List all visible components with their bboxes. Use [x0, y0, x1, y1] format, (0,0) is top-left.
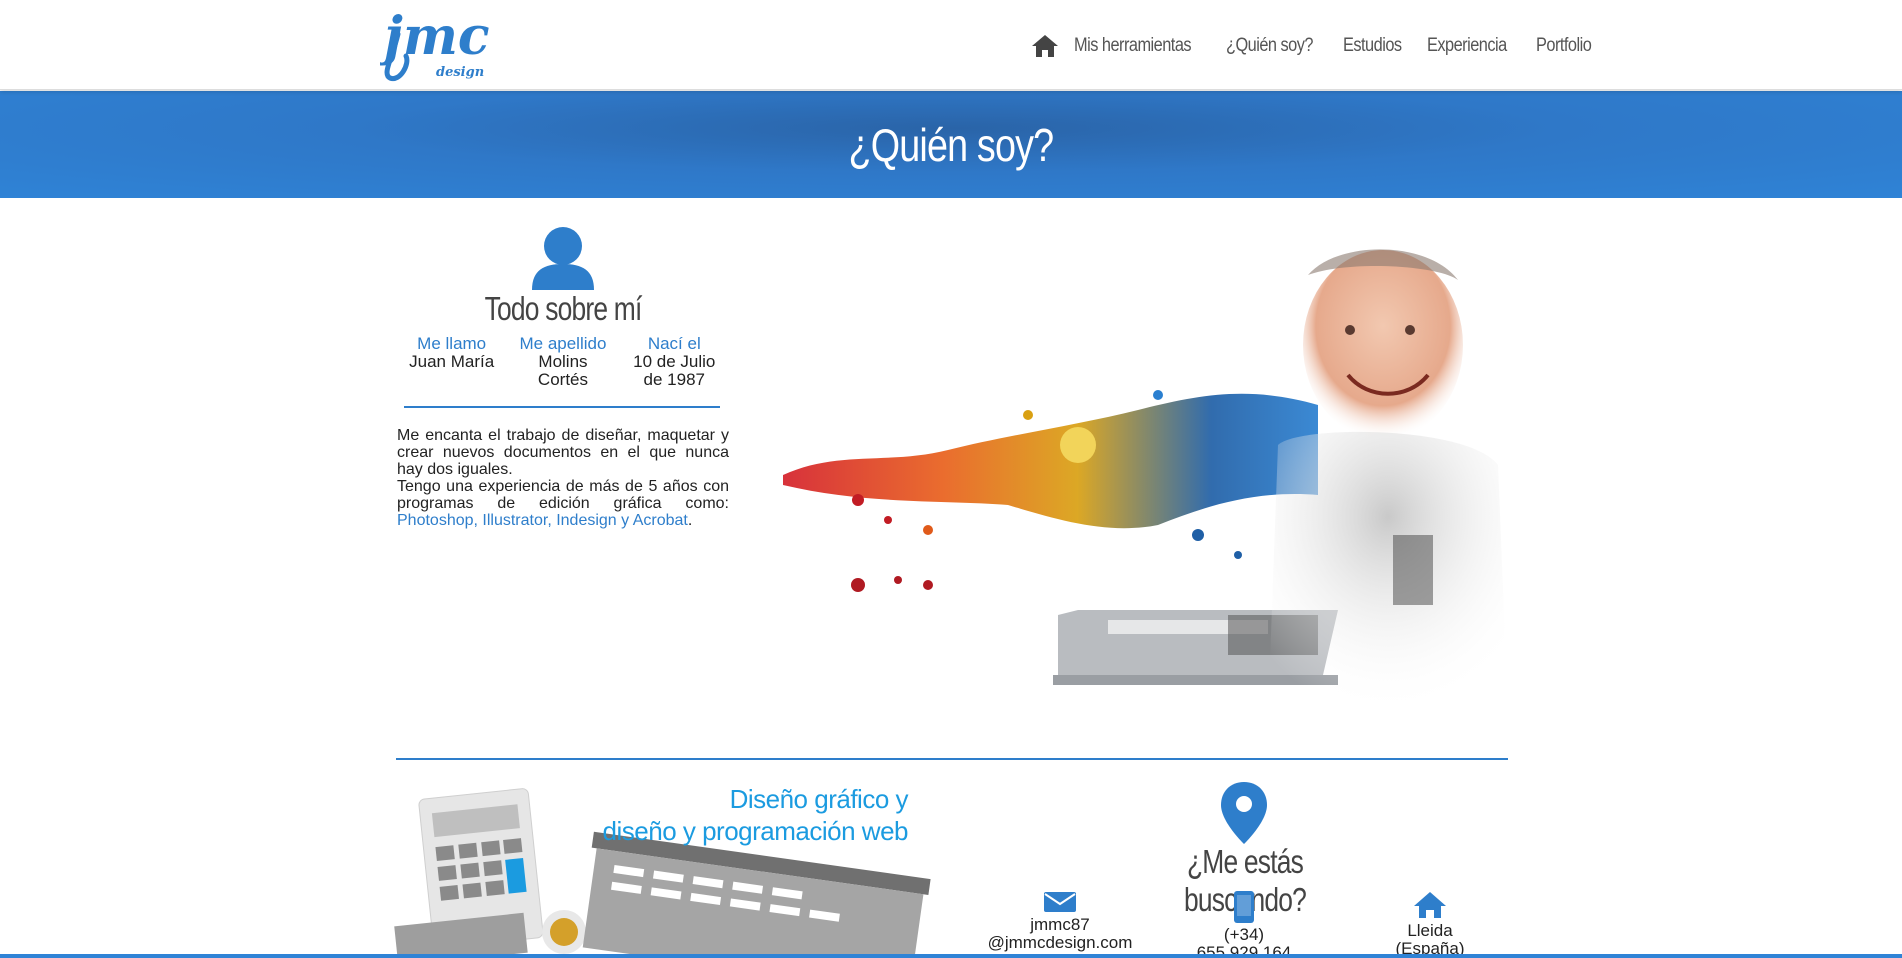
- fact-value: Molins: [538, 352, 588, 371]
- fact-birth-date: Nací el 10 de Julio de 1987: [619, 335, 730, 389]
- fact-label: Me apellido: [519, 334, 607, 353]
- nav-item-experiencia[interactable]: Experiencia: [1427, 35, 1507, 57]
- services-headline: Diseño gráfico y diseño y programación w…: [540, 783, 909, 847]
- contact-email-line2: @jmmcdesign.com: [987, 933, 1133, 952]
- contact-email[interactable]: jmmc87 @jmmcdesign.com: [970, 890, 1150, 952]
- logo-subtext: design: [436, 65, 484, 80]
- contact-phone[interactable]: (+34) 655 929 164: [1154, 890, 1334, 958]
- hero-portrait-paint-splash: [783, 249, 1508, 715]
- about-paragraph-1: Me encanta el trabajo de diseñar, maquet…: [397, 427, 729, 478]
- bottom-accent-bar: [0, 954, 1902, 958]
- fact-last-name: Me apellido Molins Cortés: [507, 335, 618, 389]
- site-header: jmc design Mis herramientas ¿Quién soy? …: [0, 0, 1902, 90]
- jmc-design-logo[interactable]: jmc design: [380, 4, 502, 82]
- about-paragraph-2: Tengo una experiencia de más de 5 años c…: [397, 478, 729, 529]
- map-pin-icon: [1221, 782, 1267, 844]
- contact-location: Lleida (España): [1340, 890, 1520, 958]
- services-headline-line2: diseño y programación web: [602, 816, 909, 846]
- fact-value: Cortés: [537, 370, 588, 389]
- home-icon: [1414, 892, 1446, 918]
- envelope-icon: [1044, 892, 1076, 912]
- about-description: Me encanta el trabajo de diseñar, maquet…: [397, 427, 729, 529]
- person-icon: [532, 227, 594, 290]
- fact-value: 10 de Julio: [633, 352, 716, 371]
- about-title: Todo sobre mí: [484, 290, 643, 327]
- fact-value: Juan María: [409, 352, 495, 371]
- nav-item-estudios[interactable]: Estudios: [1343, 35, 1402, 57]
- home-icon[interactable]: [1030, 33, 1060, 59]
- main-nav: Mis herramientas ¿Quién soy? Estudios Ex…: [1030, 30, 1616, 62]
- nav-item-portfolio[interactable]: Portfolio: [1536, 35, 1592, 57]
- contact-email-line1: jmmc87: [1030, 915, 1090, 934]
- section-banner: ¿Quién soy?: [0, 91, 1902, 198]
- fact-value: de 1987: [643, 370, 705, 389]
- nav-item-herramientas[interactable]: Mis herramientas: [1074, 35, 1192, 57]
- about-divider: [404, 406, 720, 408]
- nav-item-quien-soy[interactable]: ¿Quién soy?: [1226, 35, 1313, 57]
- fact-label: Me llamo: [417, 334, 487, 353]
- phone-icon: [1234, 891, 1254, 923]
- section-divider: [396, 758, 1508, 760]
- contact-phone-line1: (+34): [1223, 925, 1265, 944]
- contact-location-line1: Lleida: [1407, 921, 1453, 940]
- tools-highlight: Photoshop, Illustrator, Indesign y Acrob…: [397, 512, 688, 529]
- services-headline-line1: Diseño gráfico y: [729, 784, 909, 814]
- personal-facts: Me llamo Juan María Me apellido Molins C…: [396, 335, 730, 389]
- fact-first-name: Me llamo Juan María: [396, 335, 507, 389]
- page-title: ¿Quién soy?: [848, 118, 1055, 171]
- fact-label: Nací el: [647, 334, 701, 353]
